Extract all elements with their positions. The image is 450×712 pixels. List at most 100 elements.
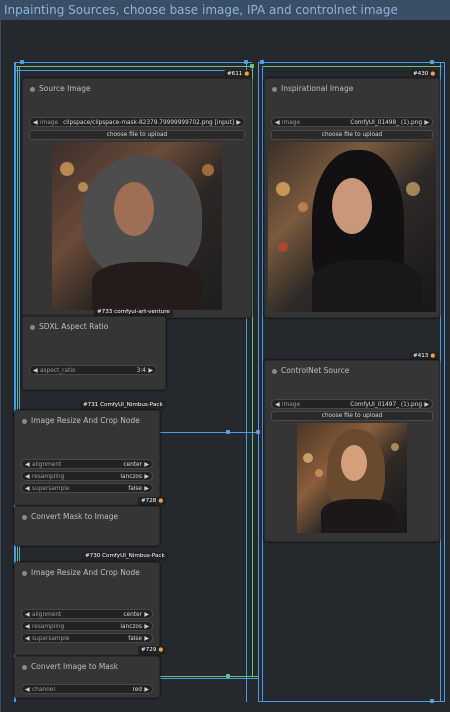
- image-resize-crop-node[interactable]: Image Resize And Crop Node ◀ alignment c…: [14, 410, 160, 506]
- convert-mask-to-image-node[interactable]: Convert Mask to Image: [14, 506, 160, 546]
- widget-label: aspect_ratio: [40, 368, 76, 374]
- widget-label: image: [282, 120, 301, 126]
- node-title: Source Image: [39, 84, 91, 93]
- node-title: ControlNet Source: [281, 366, 350, 375]
- widget-label: image: [40, 120, 59, 126]
- convert-image-to-mask-node[interactable]: Convert Image to Mask ◀ channel red ▶: [14, 656, 160, 698]
- supersample-toggle[interactable]: ◀ supersample false ▶: [21, 483, 153, 493]
- node-badge: #430 ●: [410, 70, 439, 79]
- arrow-left-icon[interactable]: ◀: [275, 118, 280, 128]
- resampling-select[interactable]: ◀ resampling lanczos ▶: [21, 471, 153, 481]
- arrow-left-icon[interactable]: ◀: [33, 366, 38, 376]
- alignment-select[interactable]: ◀ alignment center ▶: [21, 459, 153, 469]
- arrow-left-icon[interactable]: ◀: [25, 634, 30, 644]
- widget-label: supersample: [32, 636, 70, 642]
- inspirational-image-node[interactable]: Inspirational Image ◀ image ComfyUI_0149…: [264, 78, 440, 318]
- node-badge: #729 ●: [138, 646, 167, 655]
- widget-label: image: [282, 402, 301, 408]
- arrow-left-icon[interactable]: ◀: [25, 622, 30, 632]
- node-badge: #730 ComfyUI_Nimbus-Pack: [82, 552, 168, 561]
- widget-value: center: [123, 612, 142, 618]
- link-wire: [440, 62, 441, 702]
- arrow-left-icon[interactable]: ◀: [25, 610, 30, 620]
- widget-value: lanczos: [120, 624, 142, 630]
- link-socket[interactable]: [226, 674, 230, 678]
- widget-label: resampling: [32, 624, 65, 630]
- source-image-node[interactable]: Source Image ◀ image clipspace/clipspace…: [22, 78, 252, 318]
- widget-value: red: [132, 687, 142, 693]
- fox-icon: ●: [430, 71, 436, 77]
- aspect-ratio-select[interactable]: ◀ aspect_ratio 3:4 ▶: [29, 365, 157, 375]
- link-wire: [444, 62, 445, 702]
- arrow-left-icon[interactable]: ◀: [25, 460, 30, 470]
- fox-icon: ●: [244, 71, 250, 77]
- widget-value: center: [123, 462, 142, 468]
- arrow-right-icon[interactable]: ▶: [236, 118, 241, 128]
- link-socket[interactable]: [256, 430, 260, 434]
- arrow-right-icon[interactable]: ▶: [424, 118, 429, 128]
- link-socket[interactable]: [226, 430, 230, 434]
- link-wire: [262, 66, 263, 702]
- arrow-right-icon[interactable]: ▶: [144, 460, 149, 470]
- node-title: SDXL Aspect Ratio: [39, 322, 109, 331]
- arrow-right-icon[interactable]: ▶: [144, 634, 149, 644]
- node-title: Convert Mask to Image: [31, 512, 119, 521]
- link-wire: [158, 678, 258, 679]
- sdxl-aspect-ratio-node[interactable]: SDXL Aspect Ratio ◀ aspect_ratio 3:4 ▶: [22, 316, 166, 390]
- image-select[interactable]: ◀ image clipspace/clipspace-mask-82379.7…: [29, 117, 245, 127]
- widget-label: channel: [32, 687, 55, 693]
- widget-value: 3:4: [136, 368, 146, 374]
- supersample-toggle[interactable]: ◀ supersample false ▶: [21, 633, 153, 643]
- widget-value: clipspace/clipspace-mask-82379.799999997…: [63, 120, 234, 126]
- arrow-left-icon[interactable]: ◀: [25, 472, 30, 482]
- image-select[interactable]: ◀ image ComfyUI_01497_ (1).png ▶: [271, 399, 433, 409]
- arrow-right-icon[interactable]: ▶: [424, 400, 429, 410]
- link-socket[interactable]: [250, 64, 254, 68]
- group-title[interactable]: Inpainting Sources, choose base image, I…: [0, 0, 450, 20]
- arrow-left-icon[interactable]: ◀: [33, 118, 38, 128]
- arrow-right-icon[interactable]: ▶: [144, 472, 149, 482]
- image-resize-crop-node[interactable]: Image Resize And Crop Node ◀ alignment c…: [14, 562, 160, 656]
- node-badge: #728 ●: [138, 497, 167, 506]
- controlnet-source-node[interactable]: ControlNet Source ◀ image ComfyUI_01497_…: [264, 360, 440, 542]
- arrow-right-icon[interactable]: ▶: [144, 484, 149, 494]
- link-socket[interactable]: [244, 60, 248, 64]
- arrow-right-icon[interactable]: ▶: [148, 366, 153, 376]
- node-badge: #611 ●: [224, 70, 253, 79]
- arrow-left-icon[interactable]: ◀: [25, 685, 30, 695]
- image-select[interactable]: ◀ image ComfyUI_01498_ (1).png ▶: [271, 117, 433, 127]
- link-wire: [262, 66, 442, 67]
- link-socket[interactable]: [430, 699, 434, 703]
- resampling-select[interactable]: ◀ resampling lanczos ▶: [21, 621, 153, 631]
- node-title: Inspirational Image: [281, 84, 354, 93]
- arrow-left-icon[interactable]: ◀: [275, 400, 280, 410]
- link-wire: [16, 66, 252, 67]
- upload-button[interactable]: choose file to upload: [29, 130, 245, 140]
- widget-label: alignment: [32, 462, 62, 468]
- upload-button[interactable]: choose file to upload: [271, 411, 433, 421]
- channel-select[interactable]: ◀ channel red ▶: [21, 684, 153, 694]
- fox-icon: ●: [158, 498, 164, 504]
- node-title: Convert Image to Mask: [31, 662, 119, 671]
- widget-label: alignment: [32, 612, 62, 618]
- node-title: Image Resize And Crop Node: [31, 568, 140, 577]
- arrow-right-icon[interactable]: ▶: [144, 610, 149, 620]
- arrow-right-icon[interactable]: ▶: [144, 622, 149, 632]
- link-wire: [258, 701, 444, 702]
- link-socket[interactable]: [20, 60, 24, 64]
- widget-value: lanczos: [120, 474, 142, 480]
- alignment-select[interactable]: ◀ alignment center ▶: [21, 609, 153, 619]
- link-wire: [16, 70, 252, 71]
- link-wire: [258, 62, 259, 702]
- widget-label: supersample: [32, 486, 70, 492]
- arrow-left-icon[interactable]: ◀: [25, 484, 30, 494]
- controlnet-image-preview: [297, 423, 407, 533]
- source-image-preview: [52, 142, 222, 310]
- arrow-right-icon[interactable]: ▶: [144, 685, 149, 695]
- upload-button[interactable]: choose file to upload: [271, 130, 433, 140]
- widget-value: false: [128, 636, 142, 642]
- link-wire: [158, 676, 258, 677]
- link-socket[interactable]: [260, 60, 264, 64]
- widget-value: false: [128, 486, 142, 492]
- link-socket[interactable]: [430, 60, 434, 64]
